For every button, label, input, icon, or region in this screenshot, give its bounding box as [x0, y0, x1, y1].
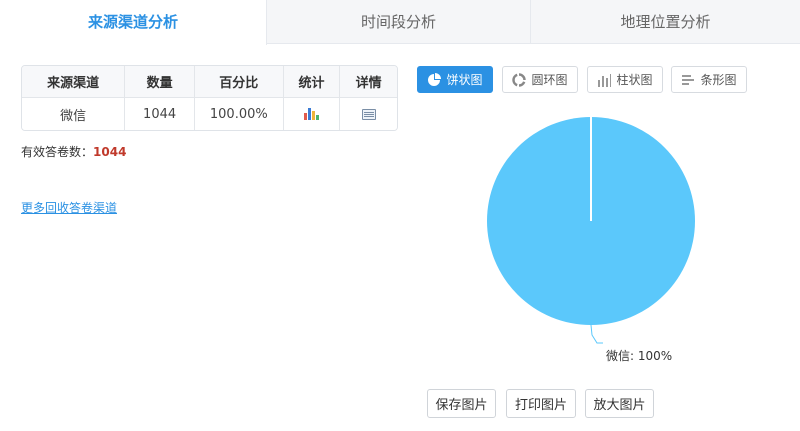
valid-answers-label: 有效答卷数：: [21, 145, 94, 159]
column-chart-button-label: 柱状图: [616, 73, 653, 87]
table-row: 微信 1044 100.00%: [22, 98, 397, 130]
col-header-channel: 来源渠道: [22, 66, 126, 98]
ring-chart-button-label: 圆环图: [531, 73, 568, 87]
source-channel-table: 来源渠道 数量 百分比 统计 详情 微信 1044 100.00%: [21, 65, 398, 131]
col-header-detail: 详情: [340, 66, 397, 98]
pie-chart-button-label: 饼状图: [446, 73, 483, 87]
zoom-image-button[interactable]: 放大图片: [585, 389, 654, 418]
tab-geo-location[interactable]: 地理位置分析: [531, 0, 800, 44]
column-icon: [598, 73, 612, 87]
ring-chart-button[interactable]: 圆环图: [502, 66, 578, 93]
cell-percent: 100.00%: [194, 98, 284, 130]
table-header-row: 来源渠道 数量 百分比 统计 详情: [22, 66, 397, 98]
save-image-button[interactable]: 保存图片: [427, 389, 496, 418]
column-chart-button[interactable]: 柱状图: [587, 66, 663, 93]
stats-chart-icon[interactable]: [304, 108, 319, 120]
pie-label-leader-line: [590, 324, 603, 344]
more-channels-link[interactable]: 更多回收答卷渠道: [21, 199, 117, 216]
pie-chart-button[interactable]: 饼状图: [417, 66, 493, 93]
pie-chart: [487, 117, 695, 344]
analysis-tabs: 来源渠道分析 时间段分析 地理位置分析: [0, 0, 800, 45]
bar-icon: [682, 74, 695, 85]
ring-icon: [512, 72, 527, 87]
pie-icon: [428, 72, 442, 86]
col-header-stats: 统计: [283, 66, 341, 98]
print-image-button[interactable]: 打印图片: [506, 389, 576, 418]
cell-stats: [283, 98, 341, 130]
detail-list-icon[interactable]: [361, 108, 376, 120]
valid-answers-count: 1044: [93, 145, 127, 159]
bar-chart-button[interactable]: 条形图: [671, 66, 747, 93]
tab-source-channel[interactable]: 来源渠道分析: [0, 0, 267, 45]
valid-answers-summary: 有效答卷数：1044: [21, 143, 126, 160]
cell-channel: 微信: [22, 98, 126, 130]
cell-count: 1044: [125, 98, 195, 130]
col-header-count: 数量: [125, 66, 195, 98]
pie-slice-label: 微信: 100%: [606, 349, 673, 363]
tab-time-period[interactable]: 时间段分析: [267, 0, 531, 44]
col-header-percent: 百分比: [194, 66, 284, 98]
cell-detail: [340, 98, 397, 130]
bar-chart-button-label: 条形图: [700, 73, 737, 87]
